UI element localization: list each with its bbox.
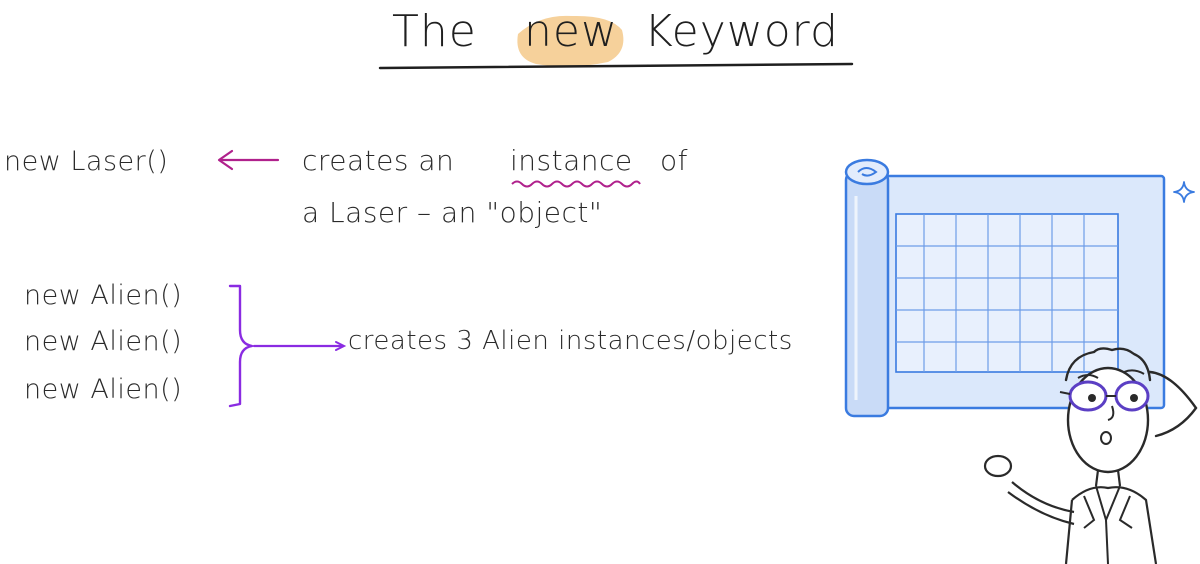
scientist-character-icon [983, 347, 1198, 564]
slide: The new Keyword new Laser() creates an i… [0, 0, 1200, 564]
